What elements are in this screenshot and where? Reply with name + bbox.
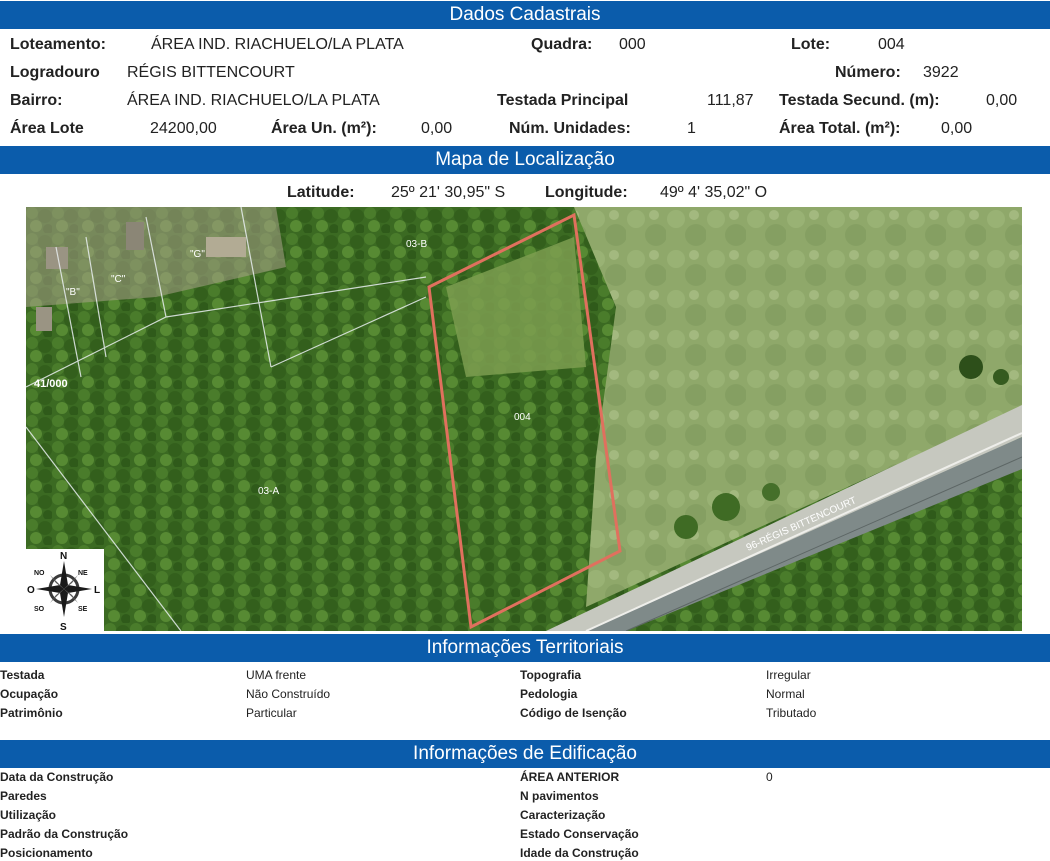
loteamento-value: ÁREA IND. RIACHUELO/LA PLATA <box>151 36 404 53</box>
lote-label: Lote: <box>791 36 831 53</box>
area-un-value: 0,00 <box>421 120 453 137</box>
logradouro-value: RÉGIS BITTENCOURT <box>127 64 295 81</box>
edificacao-label: Paredes <box>0 789 47 803</box>
testada-secund-value: 0,00 <box>986 92 1018 109</box>
location-map[interactable]: "G" "C" "B" 03-B 03-A 004 41/000 96-RÉGI… <box>26 207 1022 631</box>
territorial-label: Testada <box>0 668 45 682</box>
edificacao-label: Data da Construção <box>0 770 114 784</box>
bairro-label: Bairro: <box>10 92 63 109</box>
num-unidades-value: 1 <box>687 120 696 137</box>
edificacao-label: ÁREA ANTERIOR <box>520 770 620 784</box>
compass-l: L <box>94 585 100 596</box>
testada-principal-value: 111,87 <box>707 92 754 109</box>
map-label-03a: 03-A <box>258 486 279 497</box>
edificacao-value: 0 <box>766 770 773 784</box>
longitude-label: Longitude: <box>545 184 628 201</box>
lote-value: 004 <box>878 36 905 53</box>
testada-principal-label: Testada Principal <box>497 92 629 109</box>
map-label-g: "G" <box>190 249 205 260</box>
map-label-lote-004: 004 <box>514 412 531 423</box>
area-un-label: Área Un. (m²): <box>271 120 377 137</box>
latitude-label: Latitude: <box>287 184 355 201</box>
logradouro-label: Logradouro <box>10 64 100 81</box>
compass-rose-icon: N S L O NO NE SO SE <box>26 549 104 631</box>
quadra-label: Quadra: <box>531 36 593 53</box>
compass-s: S <box>60 622 67 631</box>
bairro-value: ÁREA IND. RIACHUELO/LA PLATA <box>127 92 380 109</box>
section-header-mapa: Mapa de Localização <box>0 146 1050 174</box>
area-total-value: 0,00 <box>941 120 973 137</box>
edificacao-label: Caracterização <box>520 808 606 822</box>
quadra-value: 000 <box>619 36 646 53</box>
numero-value: 3922 <box>923 64 959 81</box>
edificacao-label: Estado Conservação <box>520 827 639 841</box>
area-lote-label: Área Lote <box>10 120 84 137</box>
num-unidades-label: Núm. Unidades: <box>509 120 631 137</box>
aerial-map-image: "G" "C" "B" 03-B 03-A 004 41/000 96-RÉGI… <box>26 207 1022 631</box>
edificacao-label: Posicionamento <box>0 846 93 860</box>
map-label-41000: 41/000 <box>34 378 68 390</box>
compass-o: O <box>27 585 35 596</box>
edificacao-label: Padrão da Construção <box>0 827 129 841</box>
area-lote-value: 24200,00 <box>150 120 217 137</box>
territorial-value: Não Construído <box>246 687 331 701</box>
compass-n: N <box>60 551 67 562</box>
map-label-b: "B" <box>66 287 80 298</box>
latitude-value: 25º 21' 30,95" S <box>391 184 506 201</box>
territorial-value: Tributado <box>766 706 817 720</box>
edificacao-label: Idade da Construção <box>520 846 639 860</box>
map-label-03b: 03-B <box>406 239 427 250</box>
longitude-value: 49º 4' 35,02" O <box>660 184 768 201</box>
compass-no: NO <box>34 570 45 577</box>
territorial-value: Irregular <box>766 668 811 682</box>
compass-so: SO <box>34 606 45 613</box>
section-header-territoriais: Informações Territoriais <box>0 634 1050 662</box>
territorial-label: Código de Isenção <box>520 706 627 720</box>
testada-secund-label: Testada Secund. (m): <box>779 92 940 109</box>
territorial-label: Patrimônio <box>0 706 63 720</box>
section-header-edificacao: Informações de Edificação <box>0 740 1050 768</box>
loteamento-label: Loteamento: <box>10 36 106 53</box>
edificacao-label: Utilização <box>0 808 57 822</box>
edificacao-label: N pavimentos <box>520 789 599 803</box>
section-header-dados-cadastrais: Dados Cadastrais <box>0 1 1050 29</box>
territorial-label: Topografia <box>520 668 582 682</box>
territorial-label: Pedologia <box>520 687 578 701</box>
territorial-label: Ocupação <box>0 687 59 701</box>
territorial-value: UMA frente <box>246 668 307 682</box>
map-label-c: "C" <box>111 274 126 285</box>
area-total-label: Área Total. (m²): <box>779 120 901 137</box>
numero-label: Número: <box>835 64 901 81</box>
compass-ne: NE <box>78 570 88 577</box>
compass-se: SE <box>78 606 88 613</box>
territorial-value: Normal <box>766 687 805 701</box>
territorial-value: Particular <box>246 706 297 720</box>
